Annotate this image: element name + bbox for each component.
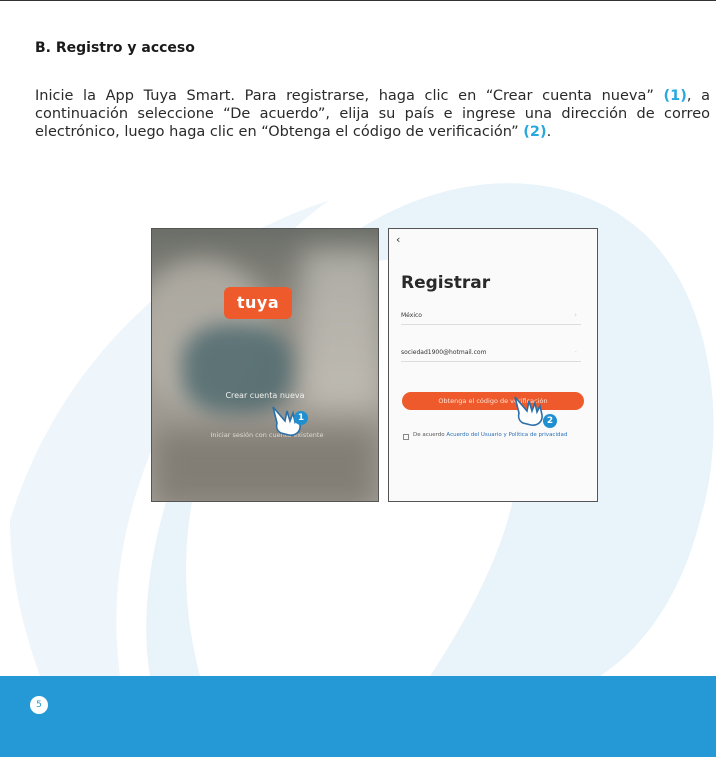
checkbox[interactable] bbox=[403, 434, 409, 440]
blur-background bbox=[302, 249, 378, 409]
register-title: Registrar bbox=[401, 273, 491, 293]
field-underline bbox=[401, 361, 581, 362]
tuya-logo: tuya bbox=[224, 287, 292, 319]
country-value: México bbox=[401, 312, 422, 319]
clear-icon: · bbox=[574, 348, 577, 356]
app-screenshot-welcome: tuya Crear cuenta nueva Iniciar sesión c… bbox=[151, 228, 379, 502]
step-badge-2: 2 bbox=[543, 414, 557, 428]
create-account-button[interactable]: Crear cuenta nueva bbox=[152, 391, 378, 400]
terms-link[interactable]: Acuerdo del Usuario y Política de privac… bbox=[446, 432, 567, 438]
instructions-text-part-3: . bbox=[546, 124, 552, 140]
chevron-right-icon: › bbox=[574, 311, 577, 319]
section-heading: B. Registro y acceso bbox=[35, 40, 195, 56]
agreement-checkbox-row[interactable]: De acuerdo Acuerdo del Usuario y Polític… bbox=[403, 432, 588, 440]
email-field[interactable]: sociedad1900@hotmail.com · bbox=[401, 348, 581, 362]
instructions-text-part-1: Inicie la App Tuya Smart. Para registrar… bbox=[35, 88, 664, 104]
step-badge-1: 1 bbox=[294, 411, 308, 425]
reference-1: (1) bbox=[663, 88, 687, 104]
country-field[interactable]: México › bbox=[401, 311, 581, 325]
back-arrow-icon[interactable]: ‹ bbox=[396, 233, 400, 246]
get-verification-code-button[interactable]: Obtenga el código de verificación bbox=[402, 392, 584, 410]
instructions-paragraph: Inicie la App Tuya Smart. Para registrar… bbox=[35, 87, 710, 141]
agree-prefix: De acuerdo bbox=[413, 432, 447, 438]
footer-band bbox=[0, 676, 716, 757]
app-screenshot-register: ‹ Registrar México › sociedad1900@hotmai… bbox=[388, 228, 598, 502]
reference-2: (2) bbox=[523, 124, 547, 140]
field-underline bbox=[401, 324, 581, 325]
email-value: sociedad1900@hotmail.com bbox=[401, 349, 487, 356]
page-number: 5 bbox=[30, 696, 48, 714]
